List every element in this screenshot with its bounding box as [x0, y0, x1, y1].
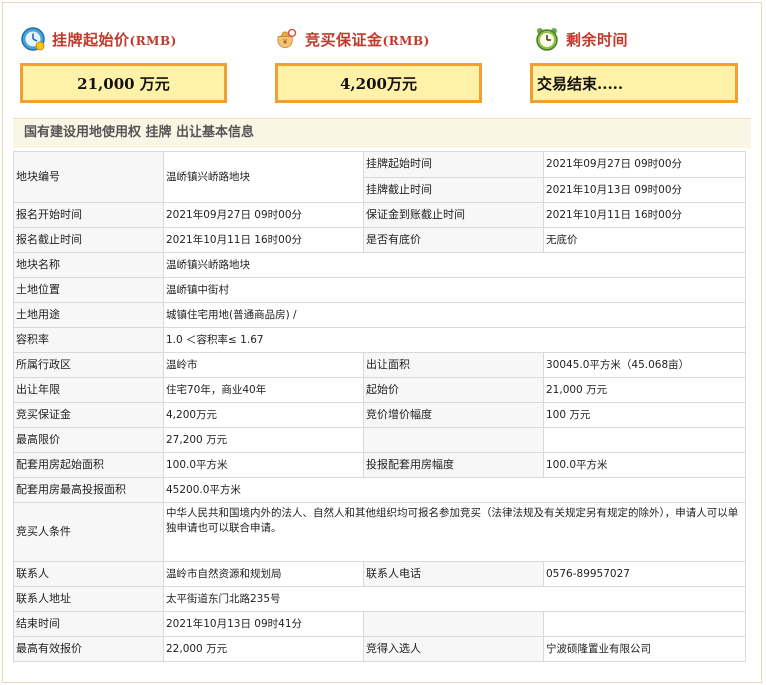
table-row: 最高限价 27,200 万元: [13, 427, 746, 453]
table-row: 报名开始时间 2021年09月27日 09时00分 保证金到账截止时间 2021…: [13, 202, 746, 228]
cell-value: 2021年09月27日 09时00分: [543, 151, 746, 178]
cell-value: 100.0平方米: [543, 452, 746, 478]
table-row: 土地用途 城镇住宅用地(普通商品房) /: [13, 302, 746, 328]
cell-value: 太平街道东门北路235号: [163, 586, 746, 612]
cell-label: 报名开始时间: [13, 202, 164, 228]
remaining-time-header: 剩余时间: [534, 26, 628, 52]
cell-label: 联系人地址: [13, 586, 164, 612]
cell-label: 是否有底价: [363, 227, 544, 253]
svg-text:¥: ¥: [283, 38, 288, 46]
cell-value: [543, 427, 746, 453]
table-row: 联系人地址 太平街道东门北路235号: [13, 586, 746, 612]
start-price-header: 挂牌起始价(RMB): [20, 26, 177, 52]
cell-value: 21,000 万元: [543, 377, 746, 403]
cell-label: 配套用房起始面积: [13, 452, 164, 478]
table-row: 所属行政区 温岭市 出让面积 30045.0平方米（45.068亩）: [13, 352, 746, 378]
deposit-header: ¥ 竞买保证金(RMB): [273, 26, 430, 52]
cell-label: 出让年限: [13, 377, 164, 403]
cell-value: 无底价: [543, 227, 746, 253]
cell-value: 温岭市: [163, 352, 364, 378]
cell-label: 竞买人条件: [13, 502, 164, 562]
table-row: 联系人 温岭市自然资源和规划局 联系人电话 0576-89957027: [13, 561, 746, 587]
cell-label: 地块编号: [13, 151, 164, 203]
cell-label: 土地用途: [13, 302, 164, 328]
cell-label: [363, 611, 544, 637]
cell-value: 2021年10月13日 09时41分: [163, 611, 364, 637]
cell-label: 竞得入选人: [363, 636, 544, 662]
cell-value: 2021年10月11日 16时00分: [543, 202, 746, 228]
cell-label: 出让面积: [363, 352, 544, 378]
cell-value: 温峤镇中街村: [163, 277, 746, 303]
start-price-value: 21,000 万元: [77, 74, 170, 93]
section-title: 国有建设用地使用权 挂牌 出让基本信息: [13, 118, 751, 148]
table-row: 竞买保证金 4,200万元 竞价增价幅度 100 万元: [13, 402, 746, 428]
cell-value: 城镇住宅用地(普通商品房) /: [163, 302, 746, 328]
table-row: 地块名称 温峤镇兴峤路地块: [13, 252, 746, 278]
cell-value: 2021年10月11日 16时00分: [163, 227, 364, 253]
cell-value: 2021年09月27日 09时00分: [163, 202, 364, 228]
cell-label: 容积率: [13, 327, 164, 353]
cell-label: 配套用房最高投报面积: [13, 477, 164, 503]
cell-value: 27,200 万元: [163, 427, 364, 453]
cell-label: 竞买保证金: [13, 402, 164, 428]
remaining-time-value-box: 交易结束.....: [530, 63, 738, 103]
table-row: 配套用房最高投报面积 45200.0平方米: [13, 477, 746, 503]
table-row: 最高有效报价 22,000 万元 竞得入选人 宁波硕隆置业有限公司: [13, 636, 746, 662]
cell-label: 土地位置: [13, 277, 164, 303]
cell-value: 住宅70年，商业40年: [163, 377, 364, 403]
deposit-label: 竞买保证金(RMB): [305, 30, 430, 49]
start-price-value-box: 21,000 万元: [20, 63, 227, 103]
alarm-clock-icon: [534, 26, 560, 52]
cell-label: 投报配套用房幅度: [363, 452, 544, 478]
deposit-value-box: 4,200万元: [275, 63, 482, 103]
cell-value: 0576-89957027: [543, 561, 746, 587]
cell-label: 起始价: [363, 377, 544, 403]
cell-label: [363, 427, 544, 453]
cell-value: 2021年10月13日 09时00分: [543, 176, 746, 203]
cell-label: 最高有效报价: [13, 636, 164, 662]
cell-value: 45200.0平方米: [163, 477, 746, 503]
cell-value: 4,200万元: [163, 402, 364, 428]
cell-value: 100.0平方米: [163, 452, 364, 478]
cell-value: 中华人民共和国境内外的法人、自然人和其他组织均可报名参加竞买（法律法规及有关规定…: [163, 502, 746, 562]
cell-label: 最高限价: [13, 427, 164, 453]
land-info-table: 地块编号 温峤镇兴峤路地块 挂牌起始时间 2021年09月27日 09时00分 …: [13, 151, 746, 662]
cell-label: 报名截止时间: [13, 227, 164, 253]
cell-value: 温峤镇兴峤路地块: [163, 151, 364, 203]
money-bag-icon: ¥: [273, 26, 299, 52]
cell-value: 100 万元: [543, 402, 746, 428]
cell-value: [543, 611, 746, 637]
cell-label: 所属行政区: [13, 352, 164, 378]
cell-value: 温峤镇兴峤路地块: [163, 252, 746, 278]
table-row: 地块编号 温峤镇兴峤路地块 挂牌起始时间 2021年09月27日 09时00分: [13, 151, 746, 203]
cell-label: 挂牌起始时间: [363, 151, 544, 178]
table-row: 结束时间 2021年10月13日 09时41分: [13, 611, 746, 637]
cell-label: 竞价增价幅度: [363, 402, 544, 428]
cell-value: 1.0 ＜容积率≤ 1.67: [163, 327, 746, 353]
cell-value: 宁波硕隆置业有限公司: [543, 636, 746, 662]
table-row: 出让年限 住宅70年，商业40年 起始价 21,000 万元: [13, 377, 746, 403]
cell-value: 22,000 万元: [163, 636, 364, 662]
table-row: 容积率 1.0 ＜容积率≤ 1.67: [13, 327, 746, 353]
remaining-time-label: 剩余时间: [566, 30, 629, 49]
cell-value: 30045.0平方米（45.068亩）: [543, 352, 746, 378]
cell-label: 保证金到账截止时间: [363, 202, 544, 228]
cell-label: 挂牌截止时间: [363, 176, 544, 203]
cell-label: 联系人: [13, 561, 164, 587]
remaining-time-value: 交易结束.....: [537, 74, 624, 93]
table-row: 土地位置 温峤镇中街村: [13, 277, 746, 303]
table-row: 报名截止时间 2021年10月11日 16时00分 是否有底价 无底价: [13, 227, 746, 253]
cell-label: 联系人电话: [363, 561, 544, 587]
cell-label: 结束时间: [13, 611, 164, 637]
start-price-label: 挂牌起始价(RMB): [52, 30, 177, 49]
table-row: 竞买人条件 中华人民共和国境内外的法人、自然人和其他组织均可报名参加竞买（法律法…: [13, 502, 746, 562]
cell-value: 温岭市自然资源和规划局: [163, 561, 364, 587]
clock-price-icon: [20, 26, 46, 52]
cell-label: 地块名称: [13, 252, 164, 278]
table-row: 配套用房起始面积 100.0平方米 投报配套用房幅度 100.0平方米: [13, 452, 746, 478]
deposit-value: 4,200万元: [340, 74, 417, 93]
